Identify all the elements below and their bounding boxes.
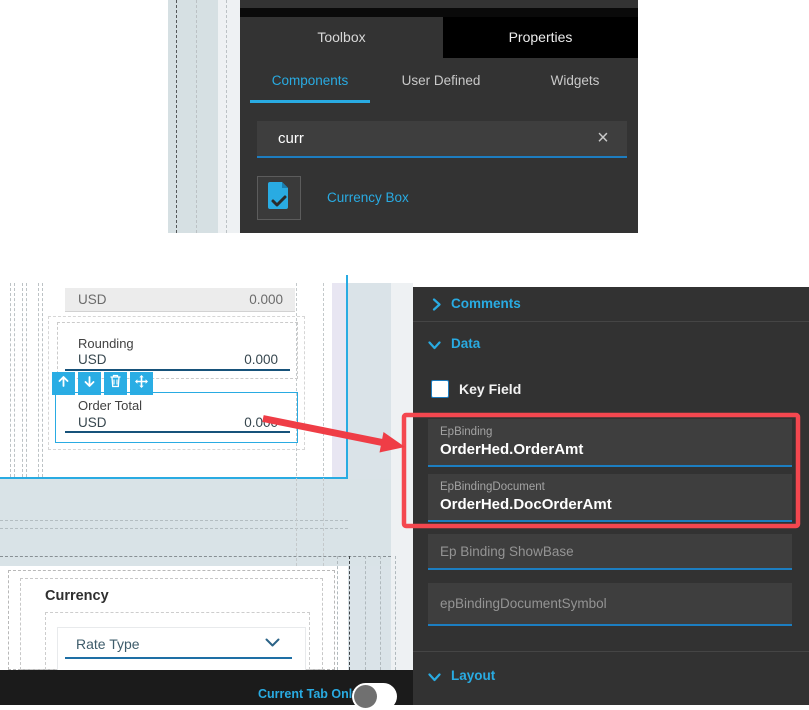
canvas-dashed-guide — [26, 283, 27, 477]
tab-user-defined[interactable]: User Defined — [388, 58, 494, 104]
chevron-down-icon[interactable] — [428, 340, 441, 351]
canvas-dashed-guide — [22, 283, 23, 477]
canvas-dashed-guide — [380, 556, 381, 670]
canvas-dashed-guide — [337, 556, 338, 670]
epbinding-input[interactable]: EpBinding OrderHed.OrderAmt — [428, 419, 792, 467]
rate-type-dropdown[interactable]: Rate Type — [76, 636, 140, 652]
toolbox-panel: Toolbox Properties Components User Defin… — [240, 0, 638, 233]
toolbox-search-input[interactable]: curr × — [257, 121, 627, 158]
canvas-dashed-guide — [395, 556, 396, 670]
canvas-dashed-guide — [365, 556, 366, 670]
move-down-icon — [83, 375, 96, 393]
panel-top-strip — [240, 8, 638, 17]
field-underline — [65, 369, 290, 371]
canvas-dashed-guide — [349, 556, 350, 670]
clear-search-icon[interactable]: × — [591, 121, 615, 156]
canvas-dashed-guide — [38, 283, 39, 477]
search-input-value: curr — [278, 130, 304, 147]
currency-value: 0.000 — [244, 352, 278, 367]
currency-field-rounding[interactable]: USD 0.000 — [65, 351, 290, 368]
canvas-dashed-guide — [0, 556, 391, 557]
key-field-label: Key Field — [459, 381, 522, 397]
currency-code: USD — [78, 292, 107, 307]
section-layout[interactable]: Layout — [451, 668, 495, 683]
epbindingdocument-input[interactable]: EpBindingDocument OrderHed.DocOrderAmt — [428, 474, 792, 522]
epbindingdocumentsymbol-input[interactable]: epBindingDocumentSymbol — [428, 583, 792, 626]
divider — [413, 321, 809, 322]
currency-code: USD — [78, 415, 107, 430]
canvas-dashed-guide — [176, 0, 177, 233]
currency-box-document-icon — [266, 181, 292, 216]
component-result-label[interactable]: Currency Box — [327, 176, 409, 220]
tab-widgets[interactable]: Widgets — [540, 58, 610, 104]
tab-toolbox[interactable]: Toolbox — [240, 17, 443, 58]
section-comments[interactable]: Comments — [451, 296, 521, 311]
currency-field-label: Order Total — [78, 398, 143, 413]
input-value: OrderHed.OrderAmt — [440, 441, 584, 458]
canvas-dashed-guide — [42, 283, 43, 477]
currency-field-tax[interactable]: USD 0.000 — [65, 288, 295, 312]
current-tab-only-label: Current Tab Only — [258, 687, 360, 701]
group-title: Currency — [45, 588, 109, 604]
input-placeholder: Ep Binding ShowBase — [440, 543, 574, 559]
currency-field-order-total[interactable]: USD 0.000 — [65, 414, 290, 431]
input-placeholder: epBindingDocumentSymbol — [440, 596, 607, 611]
canvas-dashed-guide — [196, 0, 197, 233]
active-tab-underline — [250, 100, 370, 103]
chevron-down-icon[interactable] — [428, 672, 441, 683]
canvas-dashed-guide — [10, 283, 11, 477]
currency-code: USD — [78, 352, 107, 367]
divider — [413, 651, 809, 652]
currency-value: 0.000 — [249, 292, 283, 307]
tab-components[interactable]: Components — [250, 58, 370, 104]
tab-properties[interactable]: Properties — [443, 17, 638, 58]
key-field-checkbox[interactable] — [431, 380, 449, 398]
move-up-icon — [57, 375, 70, 393]
input-label: EpBindingDocument — [440, 481, 545, 493]
field-underline — [65, 431, 290, 433]
currency-field-label: Rounding — [78, 336, 134, 351]
canvas-dashed-guide — [226, 0, 227, 233]
chevron-down-icon[interactable] — [265, 638, 280, 648]
trash-icon — [109, 374, 122, 393]
input-value: OrderHed.DocOrderAmt — [440, 496, 612, 513]
canvas-column-guide — [218, 0, 240, 233]
field-underline — [65, 657, 292, 659]
canvas-dashed-guide — [14, 283, 15, 477]
canvas-row-band — [0, 479, 391, 566]
chevron-right-icon[interactable] — [431, 298, 442, 311]
ep-binding-showbase-input[interactable]: Ep Binding ShowBase — [428, 534, 792, 570]
canvas-column-guide — [348, 283, 391, 670]
section-data[interactable]: Data — [451, 336, 480, 351]
input-label: EpBinding — [440, 426, 493, 438]
move-icon — [134, 374, 149, 394]
component-result-tile[interactable] — [257, 176, 301, 220]
currency-value: 0.000 — [244, 415, 278, 430]
canvas-dashed-guide — [323, 283, 324, 566]
